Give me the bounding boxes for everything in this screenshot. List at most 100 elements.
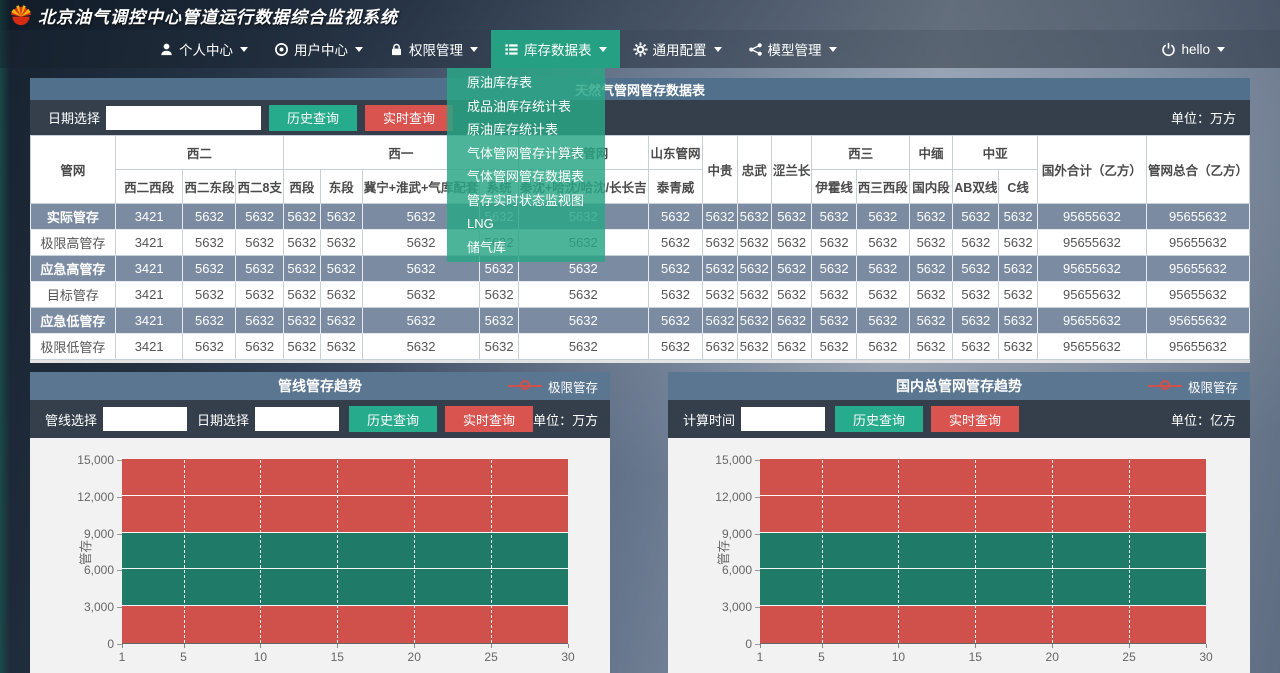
x-axis-tick-label: 20 [407,650,421,664]
group-header-cell: 忠武 [736,135,772,204]
x-axis-tick [260,644,262,648]
chart-input[interactable] [103,407,188,431]
y-axis-tick-label: 0 [107,637,114,651]
chart-input-label: 日期选择 [197,412,250,428]
domestic-trend-panel: 国内总管网管存趋势 极限管存 计算时间 历史查询 实时查询 单位：亿方 0 3,000 6,00… [668,372,1250,673]
value-cell: 5632 [908,255,954,282]
table-row: 实际管存 3421 5632 5632 5632 5632 5632 5632 5632 5632… [30,203,1251,230]
chart-band-high-limit-zone [122,459,568,533]
chart-input[interactable] [255,407,340,431]
h-gridline [760,531,1206,533]
value-cell: 3421 [114,229,184,256]
value-cell: 5632 [479,281,519,308]
nav-item-2[interactable]: 用户中心 [261,30,376,68]
value-cell: 5632 [811,255,857,282]
dropdown-item[interactable]: 气体管网管存数据表 [447,165,605,189]
history-query-button[interactable]: 历史查询 [269,104,358,131]
v-gridline [898,460,900,643]
dropdown-item[interactable]: 储气库 [447,236,605,260]
value-cell: 5632 [770,203,813,230]
value-cell: 5632 [770,333,813,360]
x-axis-tick-label: 1 [756,650,764,664]
dropdown-item[interactable]: 原油库存统计表 [447,118,605,142]
chart-band-low-limit-zone [122,606,568,643]
value-cell: 5632 [647,281,704,308]
value-cell: 5632 [702,203,738,230]
nav-item-1[interactable]: 个人中心 [146,30,261,68]
y-axis-tick-label: 12,000 [715,489,752,504]
chart-band-normal-zone [760,532,1206,607]
legend-line-icon [507,380,542,390]
value-cell: 5632 [736,203,772,230]
nav-item-label: 库存数据表 [524,43,592,58]
h-gridline [760,494,1206,496]
x-axis-tick [414,644,416,648]
value-cell: 5632 [702,281,738,308]
nav-item-label: 用户中心 [294,43,348,58]
history-query-button[interactable]: 历史查询 [835,406,924,432]
v-gridline [491,460,493,643]
chart-input[interactable] [741,407,826,431]
date-select-input[interactable] [106,105,262,130]
dropdown-item[interactable]: 气体管网管存计算表 [447,142,605,166]
nav-item-4[interactable]: 库存数据表 [491,30,620,68]
group-header-cell: 西三 [811,135,910,170]
value-cell: 5632 [517,307,649,334]
y-axis-title: 管存 [79,539,94,566]
y-axis-tick [755,460,760,461]
history-query-button[interactable]: 历史查询 [349,406,438,432]
value-cell: 5632 [998,203,1038,230]
nav-item-5[interactable]: 通用配置 [620,30,735,68]
lock-icon [389,42,404,57]
value-cell: 5632 [282,203,321,230]
value-cell: 3421 [114,203,184,230]
value-cell: 5632 [361,307,481,334]
realtime-query-button[interactable]: 实时查询 [445,406,534,432]
x-axis-tick-label: 15 [968,650,982,664]
v-gridline [337,460,339,643]
nav-item-6[interactable]: 模型管理 [735,30,850,68]
y-axis-tick [117,460,122,461]
realtime-query-button[interactable]: 实时查询 [365,104,454,131]
v-gridline [821,460,823,643]
x-axis-tick-label: 10 [891,650,906,664]
row-label-cell: 应急低管存 [30,307,116,334]
value-cell: 5632 [908,229,954,256]
table-toolbar: 日期选择 历史查询 实时查询 单位：万方 [30,100,1250,135]
value-cell: 5632 [647,333,704,360]
value-cell: 5632 [952,281,1000,308]
x-axis-tick [821,644,823,648]
value-cell: 5632 [811,281,857,308]
value-cell: 5632 [361,281,481,308]
dropdown-item[interactable]: 成品油库存统计表 [447,95,605,119]
x-axis-tick [1206,644,1207,648]
dropdown-item[interactable]: LNG [447,212,605,236]
value-cell: 5632 [998,307,1038,334]
value-cell: 5632 [647,229,704,256]
v-gridline [975,460,977,643]
value-cell: 5632 [952,203,1000,230]
value-cell: 5632 [319,307,363,334]
value-cell: 5632 [855,203,910,230]
nav-item-3[interactable]: 权限管理 [376,30,491,68]
value-cell: 5632 [282,333,321,360]
x-axis-tick-label: 30 [1199,650,1213,664]
value-cell: 5632 [182,333,237,360]
nav-user-menu[interactable]: hello [1148,30,1238,68]
chart-band-high-limit-zone [760,459,1206,533]
table-row: 极限高管存 3421 5632 5632 5632 5632 5632 5632 5632 563… [30,229,1251,256]
value-cell: 5632 [736,333,772,360]
value-cell: 5632 [282,229,321,256]
chevron-down-icon [240,46,248,52]
chart-panel-title: 国内总管网管存趋势 [896,378,1022,394]
value-cell: 5632 [770,229,813,256]
dropdown-item[interactable]: 原油库存表 [447,71,605,95]
dropdown-item[interactable]: 管存实时状态监视图 [447,189,605,213]
column-header-cell: 西段 [282,169,321,204]
value-cell: 5632 [282,255,321,282]
table-unit-label: 单位：万方 [1170,111,1236,126]
nav-items: 个人中心 用户中心 权限管理 库存数据表 通用配置 模型管理 [146,30,850,68]
realtime-query-button[interactable]: 实时查询 [931,406,1020,432]
user-icon [159,42,174,57]
y-axis-tick-label: 3,000 [83,600,114,615]
